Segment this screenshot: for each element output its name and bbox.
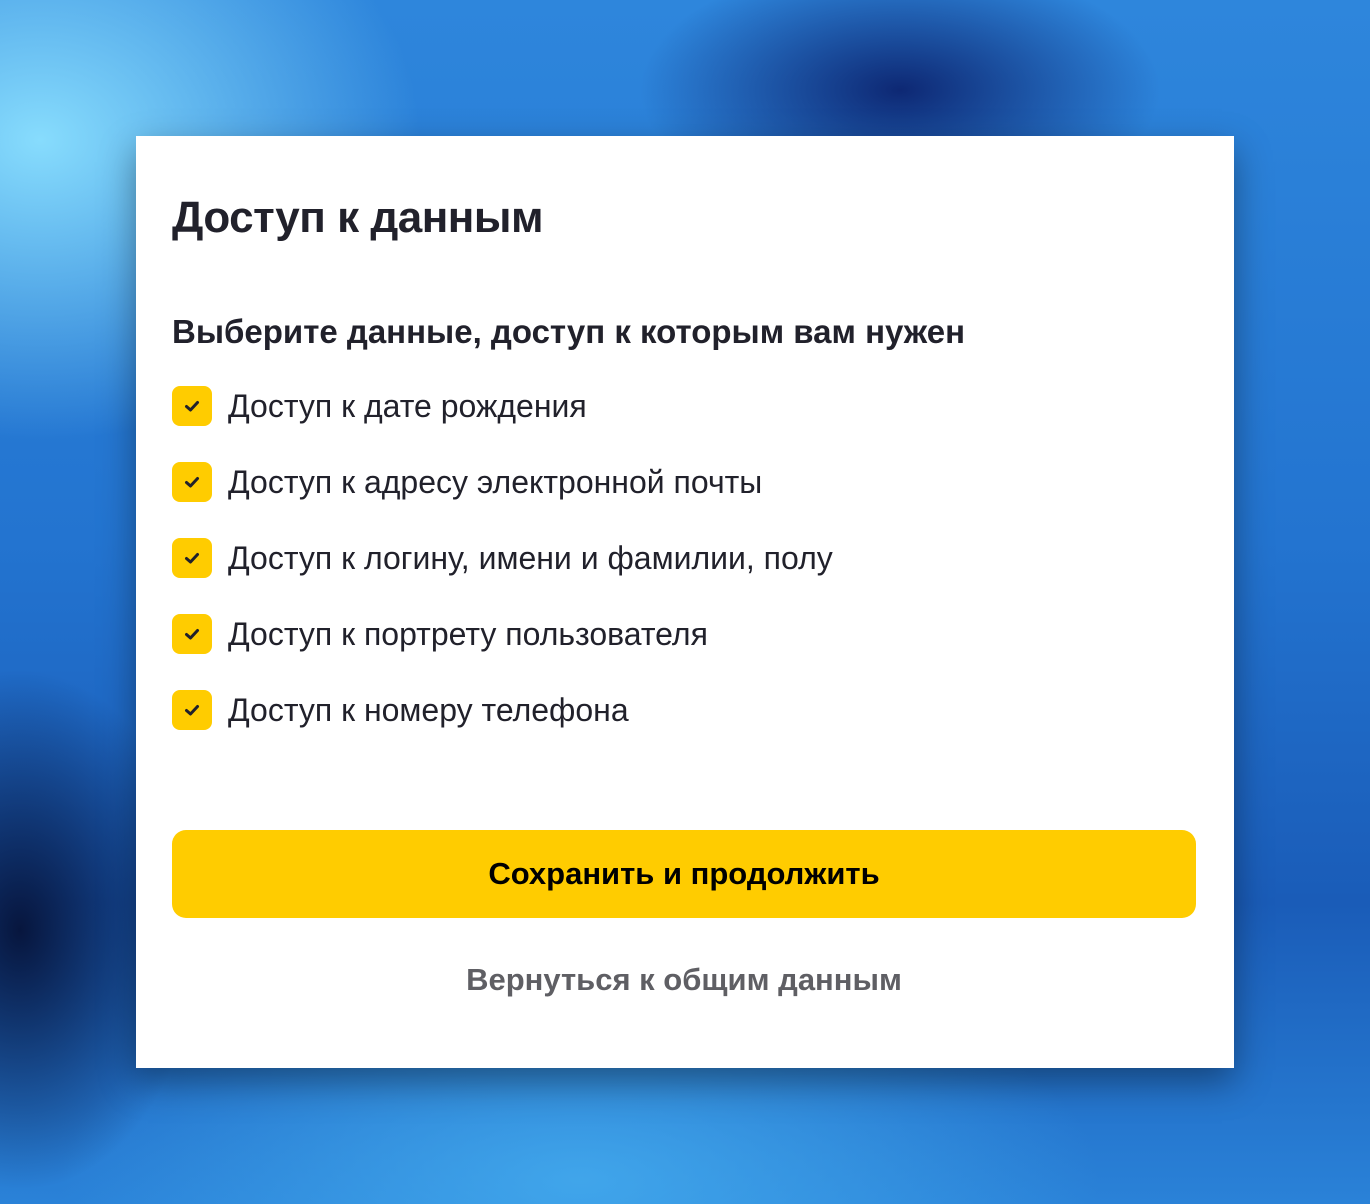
permission-label: Доступ к портрету пользователя bbox=[228, 616, 708, 652]
permission-label: Доступ к логину, имени и фамилии, полу bbox=[228, 540, 833, 576]
permission-label: Доступ к дате рождения bbox=[228, 388, 587, 424]
check-icon bbox=[185, 401, 199, 412]
permission-login-name-gender[interactable]: Доступ к логину, имени и фамилии, полу bbox=[172, 538, 833, 578]
permission-label: Доступ к адресу электронной почты bbox=[228, 464, 763, 500]
dialog-title: Доступ к данным bbox=[172, 193, 544, 242]
permission-phone[interactable]: Доступ к номеру телефона bbox=[172, 690, 833, 730]
permission-checkbox[interactable] bbox=[172, 386, 212, 426]
permission-checkbox[interactable] bbox=[172, 614, 212, 654]
permission-label: Доступ к номеру телефона bbox=[228, 692, 629, 728]
check-icon bbox=[185, 553, 199, 564]
permission-email[interactable]: Доступ к адресу электронной почты bbox=[172, 462, 833, 502]
back-to-general-data-link[interactable]: Вернуться к общим данным bbox=[172, 960, 1196, 1000]
permission-avatar[interactable]: Доступ к портрету пользователя bbox=[172, 614, 833, 654]
permission-checkbox[interactable] bbox=[172, 690, 212, 730]
check-icon bbox=[185, 477, 199, 488]
check-icon bbox=[185, 629, 199, 640]
permission-birth-date[interactable]: Доступ к дате рождения bbox=[172, 386, 833, 426]
dialog-subtitle: Выберите данные, доступ к которым вам ну… bbox=[172, 313, 965, 350]
permission-list: Доступ к дате рождения Доступ к адресу э… bbox=[172, 386, 833, 766]
permission-checkbox[interactable] bbox=[172, 538, 212, 578]
data-access-dialog: Доступ к данным Выберите данные, доступ … bbox=[136, 136, 1234, 1068]
check-icon bbox=[185, 705, 199, 716]
permission-checkbox[interactable] bbox=[172, 462, 212, 502]
save-and-continue-button[interactable]: Сохранить и продолжить bbox=[172, 830, 1196, 918]
